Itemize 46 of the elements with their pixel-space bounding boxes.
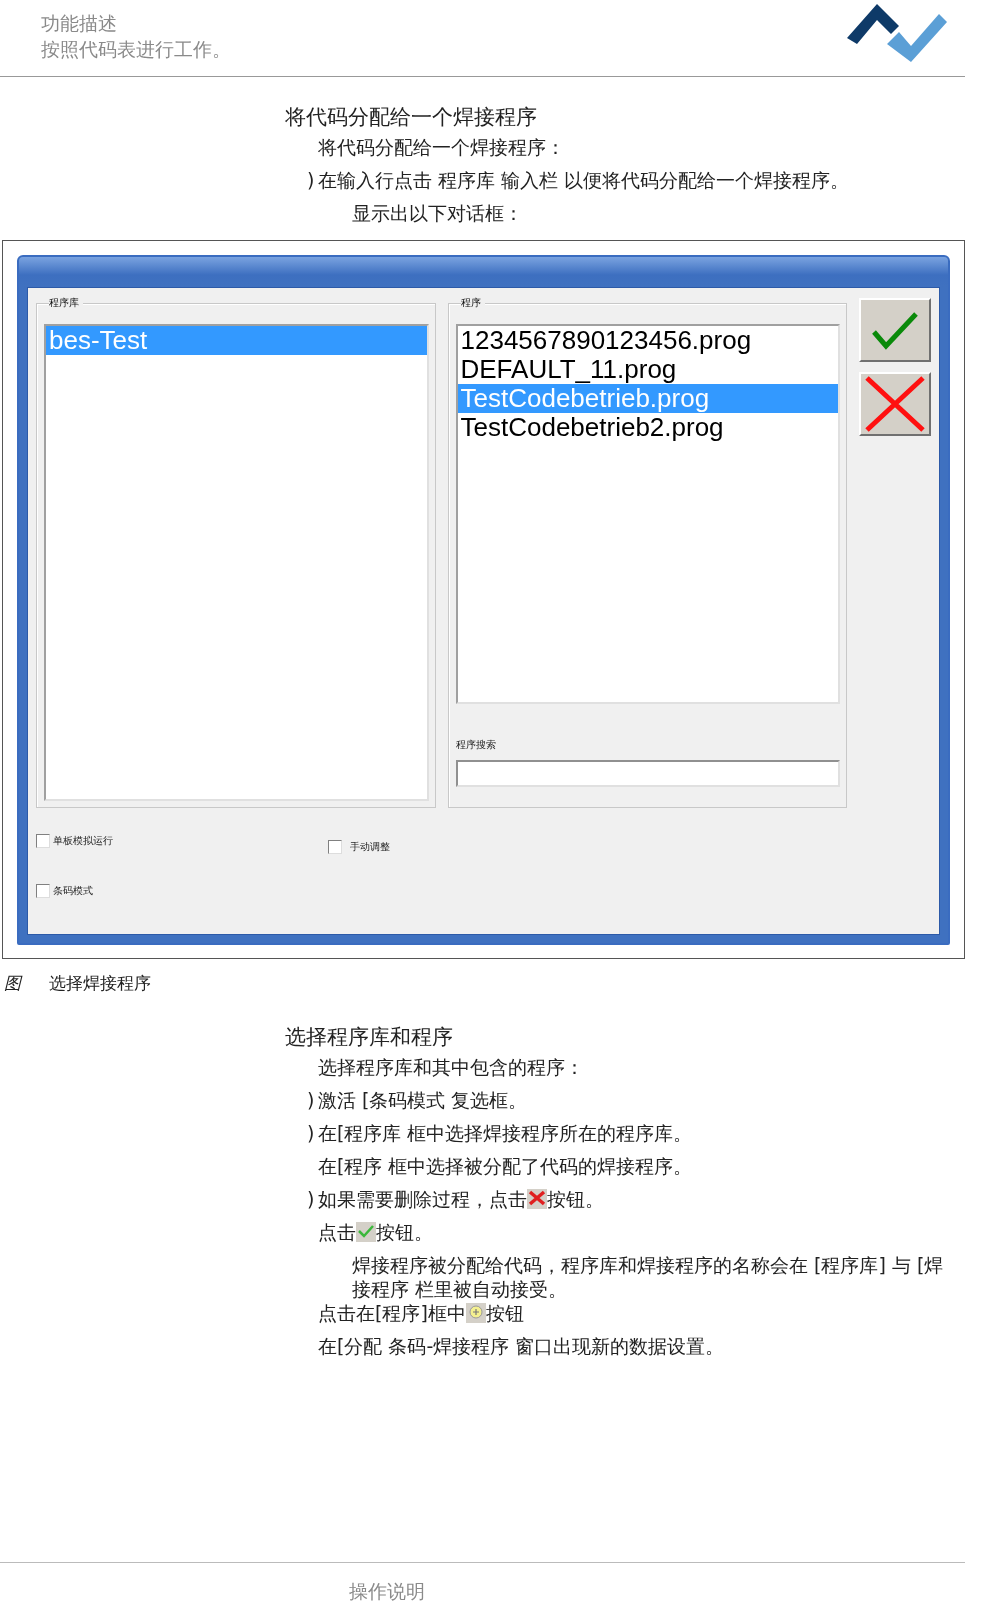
figure-label: 图 (4, 972, 21, 995)
checkmark-icon (870, 310, 920, 350)
checkmark-icon (356, 1222, 376, 1242)
checkbox[interactable] (36, 884, 50, 898)
confirm-button[interactable] (859, 298, 931, 362)
paragraph-text: 按钮。 (547, 1187, 604, 1211)
header-text: 按照代码表进行工作。 (41, 37, 231, 62)
cross-icon (527, 1189, 547, 1209)
plus-icon (465, 1303, 486, 1323)
group-label: 程序库 (49, 296, 83, 310)
list-item[interactable]: DEFAULT_11.prog (457, 355, 838, 384)
step-marker: ) (307, 1187, 316, 1211)
checkbox[interactable] (36, 834, 50, 848)
checkbox-label: 手动调整 (350, 840, 390, 854)
paragraph-text: 点击 (318, 1220, 356, 1244)
list-item[interactable]: 1234567890123456.prog (457, 326, 838, 355)
close-icon (863, 374, 927, 434)
header-text: 功能描述 (41, 11, 118, 36)
paragraph-text: 在[分配 条码-焊接程序 窗口出现新的数据设置。 (318, 1334, 725, 1358)
step-marker: ) (307, 1088, 316, 1112)
search-field[interactable] (455, 760, 840, 787)
checkbox-label: 条码模式 (53, 884, 93, 898)
checkbox[interactable] (328, 840, 342, 854)
paragraph-text: 选择程序库和其中包含的程序： (318, 1055, 584, 1079)
footer-text: 操作说明 (349, 1580, 425, 1602)
figure-caption: 选择焊接程序 (49, 972, 151, 995)
paragraph-text: 按钮 (485, 1301, 524, 1325)
list-item[interactable]: TestCodebetrieb2.prog (457, 413, 838, 442)
group-label: 程序 (460, 296, 485, 310)
step-marker: ) (307, 1121, 316, 1145)
paragraph-text: 在[程序 框中选择被分配了代码的焊接程序。 (318, 1154, 693, 1178)
paragraph-text: 按钮。 (376, 1220, 433, 1244)
step-marker: ) (307, 168, 316, 192)
paragraph-text: 在[程序库 框中选择焊接程序所在的程序库。 (318, 1121, 693, 1145)
section-heading: 选择程序库和程序 (285, 1024, 453, 1051)
cancel-button[interactable] (859, 372, 931, 436)
section-heading: 将代码分配给一个焊接程序 (285, 104, 537, 131)
paragraph-text: 将代码分配给一个焊接程序： (318, 135, 565, 159)
paragraph-text: 激活 [条码模式 复选框。 (318, 1088, 528, 1112)
paragraph-text: 显示出以下对话框： (352, 201, 523, 225)
paragraph-text: 焊接程序被分配给代码，程序库和焊接程序的名称会在 [程序库] 与 [焊接程序 栏里被自动接受。 (352, 1253, 945, 1301)
paragraph-text: 在输入行点击 程序库 输入栏 以便将代码分配给一个焊接程序。 (318, 168, 850, 192)
checkbox-label: 单板模拟运行 (53, 834, 113, 848)
paragraph-text: 如果需要删除过程，点击 (318, 1187, 527, 1211)
search-label: 程序搜索 (455, 738, 496, 752)
paragraph-text: 点击在[程序]框中 (318, 1301, 466, 1325)
